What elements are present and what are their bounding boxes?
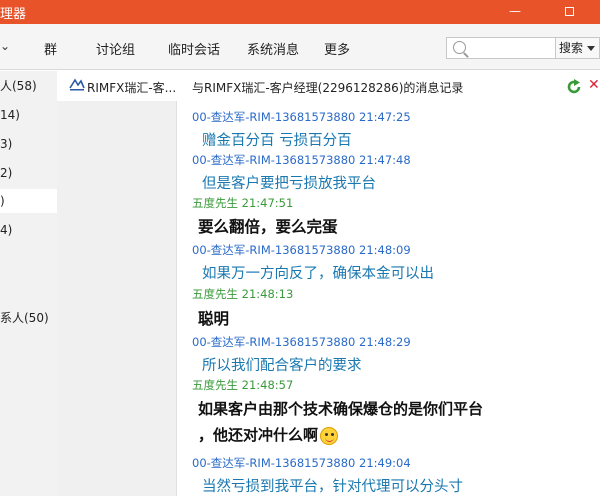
message-header: 五度先生 21:48:13 [192,286,293,302]
message-time: 21:49:04 [359,456,411,470]
search-input[interactable] [471,40,551,56]
conversation-tab-label: RIMFX瑞汇-客... [87,81,177,95]
sidebar-item-group[interactable]: 人(58) [0,74,57,98]
search-button-label: 搜索 [559,41,584,55]
nav-item-discussion[interactable]: 讨论组 [96,39,135,58]
conversation-tab-active[interactable]: RIMFX瑞汇-客... [57,71,177,101]
message-time: 21:48:13 [241,287,294,301]
sidebar-item-group[interactable]: 14) [0,103,57,127]
sidebar-item-group-selected[interactable]: ) [0,189,57,213]
message-text: 聪明 [198,309,230,328]
message-sender: 00-查达军-RIM-13681573880 [192,456,356,470]
message-sender: 00-查达军-RIM-13681573880 [192,243,356,257]
message-header: 五度先生 21:47:51 [192,195,293,211]
nav-item-temp-chat[interactable]: 临时会话 [168,39,220,58]
window-title: 理器 [0,7,27,22]
minimize-button[interactable]: — [500,0,530,24]
message-sender: 五度先生 [192,378,238,392]
message-time: 21:48:29 [359,335,411,349]
message-text: 要么翻倍，要么完蛋 [198,217,338,236]
message-time: 21:47:51 [241,196,294,210]
message-sender: 00-查达军-RIM-13681573880 [192,335,356,349]
message-sender: 00-查达军-RIM-13681573880 [192,153,356,167]
sidebar-item-group[interactable]: 系人(50) [0,306,57,330]
close-icon[interactable]: ✕ [588,77,600,93]
nav-item-more[interactable]: 更多 [324,39,350,58]
smile-emoji-icon [320,427,339,445]
message-header: 五度先生 21:48:57 [192,377,293,393]
message-text: 如果万一方向反了，确保本金可以出 [202,266,434,282]
sidebar-item-group[interactable]: 2) [0,161,57,185]
message-text: 如果客户由那个技术确保爆仓的是你们平台 [198,400,484,418]
search-button[interactable]: 搜索 [556,37,600,59]
nav-item-system-messages[interactable]: 系统消息 [247,39,299,58]
message-header: 00-查达军-RIM-13681573880 21:49:04 [192,455,411,471]
sidebar-item-group[interactable]: 4) [0,218,57,242]
title-bar: 理器 — [0,0,600,24]
sidebar-item-group[interactable]: 3) [0,132,57,156]
message-header: 00-查达军-RIM-13681573880 21:47:25 [192,109,411,125]
history-title: 与RIMFX瑞汇-客户经理(2296128286)的消息记录 [192,81,464,95]
message-text: 所以我们配合客户的要求 [202,358,362,374]
search-icon [453,41,466,54]
message-sender: 五度先生 [192,196,238,210]
message-text: 但是客户要把亏损放我平台 [202,176,376,192]
message-time: 21:48:09 [359,243,411,257]
message-time: 21:48:57 [241,378,294,392]
nav-item-groups[interactable]: 群 [44,39,57,58]
conversation-list: RIMFX瑞汇-客... [57,71,177,496]
search-box[interactable] [446,37,556,59]
message-time: 21:47:48 [359,153,411,167]
refresh-icon[interactable] [566,79,582,95]
maximize-icon [564,7,574,16]
nav-bar: ⌄ 群 讨论组 临时会话 系统消息 更多 搜索 [0,24,600,70]
message-text: 赠金百分百 亏损百分百 [202,133,352,149]
message-header: 00-查达军-RIM-13681573880 21:47:48 [192,152,411,168]
rimfx-logo-icon [69,78,85,91]
message-time: 21:47:25 [359,110,411,124]
message-sender: 00-查达军-RIM-13681573880 [192,110,356,124]
chevron-down-icon[interactable]: ⌄ [0,39,10,53]
message-header: 00-查达军-RIM-13681573880 21:48:29 [192,334,411,350]
message-history: 与RIMFX瑞汇-客户经理(2296128286)的消息记录 ✕ 00-查达军-… [178,71,600,496]
message-text: 当然亏损到我平台，针对代理可以分头寸 [202,479,463,495]
history-header: 与RIMFX瑞汇-客户经理(2296128286)的消息记录 ✕ [178,71,600,101]
message-header: 00-查达军-RIM-13681573880 21:48:09 [192,242,411,258]
message-sender: 五度先生 [192,287,238,301]
message-text: ，他还对冲什么啊 [198,426,319,444]
caret-down-icon [587,46,596,51]
contact-groups-sidebar: 人(58) 14) 3) 2) ) 4) 系人(50) [0,71,57,496]
message-text-line: ，他还对冲什么啊 [198,424,339,445]
maximize-button[interactable] [554,0,584,24]
